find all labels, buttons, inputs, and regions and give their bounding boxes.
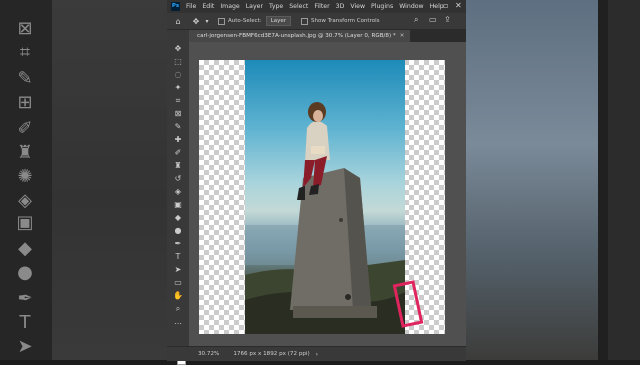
document-info: 1766 px x 1892 px (72 ppi) [233, 351, 310, 357]
layer-0-photo[interactable] [245, 60, 405, 334]
healing-tool-icon[interactable]: ✚ [172, 135, 184, 145]
search-icon[interactable]: ⌕ [414, 15, 418, 25]
eyedropper-icon: ✎ [17, 68, 33, 89]
info-chevron-icon[interactable]: › [316, 351, 318, 358]
menu-edit[interactable]: Edit [202, 3, 214, 10]
type-tool-icon[interactable]: T [172, 252, 184, 262]
photoshop-logo-icon: Ps [171, 2, 180, 11]
menu-image[interactable]: Image [220, 3, 239, 10]
menu-view[interactable]: View [350, 3, 365, 10]
shape-tool-icon[interactable]: ▭ [172, 278, 184, 288]
blur-tool-icon[interactable]: ◆ [172, 213, 184, 223]
menu-layer[interactable]: Layer [246, 3, 263, 10]
eraser-tool-icon[interactable]: ◈ [172, 187, 184, 197]
menu-3d[interactable]: 3D [336, 3, 345, 10]
options-bar: ⌂ ✥ ▾ Auto-Select: Layer Show Transform … [167, 13, 466, 30]
auto-select-dropdown[interactable]: Layer [265, 16, 292, 26]
background-blur-left [52, 0, 167, 360]
move-tool-icon[interactable]: ✥ [191, 17, 201, 26]
brush-tool-icon[interactable]: ✐ [172, 148, 184, 158]
canvas-workspace[interactable] [189, 42, 466, 346]
healing-icon: ✺ [17, 166, 33, 187]
object-select-icon[interactable]: ✦ [172, 83, 184, 93]
stamp-tool-icon[interactable]: ♜ [172, 161, 184, 171]
menu-file[interactable]: File [186, 3, 196, 10]
crop-tool-icon[interactable]: ⌗ [172, 96, 184, 106]
menu-window[interactable]: Window [399, 3, 423, 10]
photo-content [245, 102, 405, 334]
auto-select-checkbox[interactable] [218, 17, 225, 25]
gradient-icon: ▣ [16, 212, 34, 233]
workspace-icon[interactable]: ▭ [429, 15, 437, 24]
move-icon[interactable]: ✥ [172, 44, 184, 54]
lasso-icon[interactable]: ◌ [172, 70, 184, 80]
background-right-divider [598, 0, 608, 360]
status-bar: 30.72% 1766 px x 1892 px (72 ppi) › [167, 346, 466, 361]
document-tab[interactable]: carl-jorgensen-FBMF6cd3E7A-unsplash.jpg … [189, 30, 411, 42]
menu-bar: Ps File Edit Image Layer Type Select Fil… [167, 0, 466, 13]
type-icon: T [19, 312, 31, 333]
document-tab-bar: carl-jorgensen-FBMF6cd3E7A-unsplash.jpg … [189, 30, 466, 42]
photoshop-window: Ps File Edit Image Layer Type Select Fil… [167, 0, 466, 365]
zoom-tool-icon[interactable]: ⌕ [172, 304, 184, 314]
history-brush-icon[interactable]: ↺ [172, 174, 184, 184]
eyedropper-tool-icon[interactable]: ✎ [172, 122, 184, 132]
menu-type[interactable]: Type [269, 3, 283, 10]
menu-filter[interactable]: Filter [314, 3, 329, 10]
auto-select-label: Auto-Select: [228, 18, 262, 24]
zoom-level[interactable]: 30.72% [198, 351, 219, 357]
dodge-tool-icon[interactable]: ● [172, 226, 184, 236]
document-tab-title: carl-jorgensen-FBMF6cd3E7A-unsplash.jpg … [197, 33, 396, 39]
path-select-icon: ➤ [17, 336, 33, 357]
dodge-icon: ● [17, 262, 33, 283]
transform-controls-checkbox[interactable] [301, 17, 309, 25]
blur-icon: ◆ [18, 238, 32, 259]
hand-tool-icon[interactable]: ✋ [172, 291, 184, 301]
close-icon[interactable]: ✕ [455, 1, 462, 10]
pen-icon: ✒ [17, 288, 33, 309]
minimize-icon[interactable]: – [431, 1, 435, 10]
share-icon[interactable]: ⇪ [444, 15, 451, 24]
pen-tool-icon[interactable]: ✒ [172, 239, 184, 249]
brush-icon: ✐ [17, 118, 33, 139]
transform-controls-label: Show Transform Controls [311, 18, 380, 24]
clone-stamp-icon: ♜ [16, 142, 34, 163]
more-tools-icon[interactable]: … [172, 317, 184, 327]
tab-close-icon[interactable]: ✕ [400, 33, 405, 39]
eraser-icon: ◈ [18, 190, 32, 211]
frame-icon: ⊞ [17, 92, 33, 113]
chevron-down-icon[interactable]: ▾ [202, 18, 212, 25]
background-right-panel [608, 0, 640, 360]
path-select-tool-icon[interactable]: ➤ [172, 265, 184, 275]
restore-icon[interactable]: ▫ [443, 1, 448, 10]
rectangle-tool-icon: ⊠ [17, 18, 33, 39]
menu-select[interactable]: Select [289, 3, 308, 10]
tools-panel: ✥ ⬚ ◌ ✦ ⌗ ⊠ ✎ ✚ ✐ ♜ ↺ ◈ ▣ ◆ ● ✒ T ➤ ▭ ✋ … [167, 30, 190, 365]
gradient-tool-icon[interactable]: ▣ [172, 200, 184, 210]
crop-icon: ⌗ [19, 42, 31, 63]
marquee-icon[interactable]: ⬚ [172, 57, 184, 67]
home-icon[interactable]: ⌂ [173, 17, 183, 26]
frame-tool-icon[interactable]: ⊠ [172, 109, 184, 119]
menu-plugins[interactable]: Plugins [371, 3, 393, 10]
